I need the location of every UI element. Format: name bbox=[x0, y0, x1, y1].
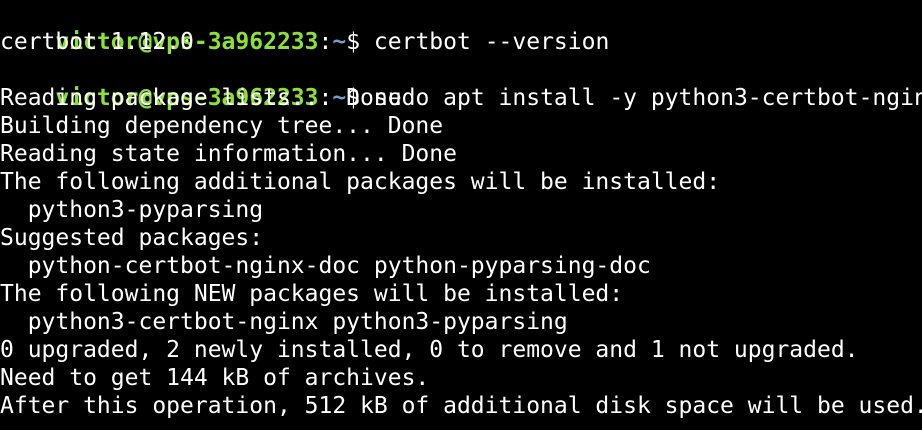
output-line: Suggested packages: bbox=[0, 225, 264, 251]
output-line: The following additional packages will b… bbox=[0, 169, 721, 195]
output-line: Reading package lists... Done bbox=[0, 85, 402, 111]
output-line: The following NEW packages will be insta… bbox=[0, 281, 624, 307]
prompt-line: victor@vps-3a962233:~$ sudo apt install … bbox=[0, 56, 922, 111]
output-line: python3-certbot-nginx python3-pyparsing bbox=[0, 309, 568, 335]
output-line: Reading state information... Done bbox=[0, 141, 457, 167]
output-line: Building dependency tree... Done bbox=[0, 113, 444, 139]
output-line: 0 upgraded, 2 newly installed, 0 to remo… bbox=[0, 337, 859, 363]
output-line: python3-pyparsing bbox=[0, 197, 264, 223]
prompt-line: victor@vps-3a962233:~$ certbot --version bbox=[0, 0, 922, 55]
output-line: certbot 1.12.0 bbox=[0, 29, 194, 55]
output-line: python-certbot-nginx-doc python-pyparsin… bbox=[0, 253, 651, 279]
terminal-window[interactable]: victor@vps-3a962233:~$ certbot --version… bbox=[0, 0, 922, 430]
output-line: Need to get 144 kB of archives. bbox=[0, 365, 430, 391]
output-line: After this operation, 512 kB of addition… bbox=[0, 393, 922, 419]
